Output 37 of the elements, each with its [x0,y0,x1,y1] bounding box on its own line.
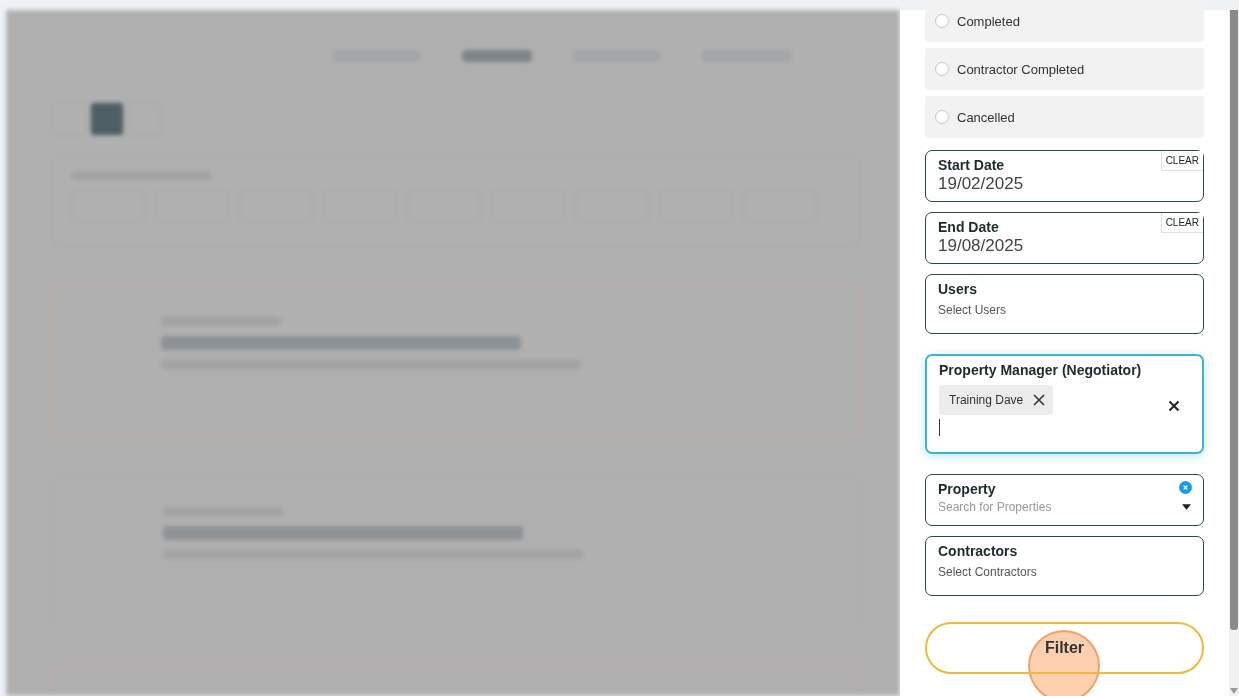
field-label: Property Manager (Negotiator) [939,362,1142,378]
radio-button[interactable] [935,14,949,28]
status-option[interactable]: Completed [925,0,1204,42]
contractors-field[interactable]: Contractors Select Contractors [925,536,1204,596]
radio-button[interactable] [935,62,949,76]
placeholder-text: Select Users [938,303,1007,317]
field-label: Users [938,281,977,297]
date-field[interactable]: Start Date 19/02/2025 CLEAR [925,150,1204,202]
option-label: Cancelled [957,109,1015,125]
date-field[interactable]: End Date 19/08/2025 CLEAR [925,212,1204,264]
field-label: Contractors [938,543,1018,559]
placeholder-text: Select Contractors [938,565,1037,579]
option-label: Completed [957,13,1020,29]
date-value: 19/02/2025 [938,174,1024,194]
remove-icon[interactable] [1033,394,1046,406]
status-option[interactable]: Cancelled [925,96,1204,138]
option-label: Contractor Completed [957,61,1085,77]
clear-button[interactable]: CLEAR [1160,151,1203,171]
radio-button[interactable] [935,110,949,124]
text-cursor [939,419,940,436]
chip-label: Training Dave [949,393,1024,407]
clear-icon[interactable] [1179,481,1192,494]
dropdown-caret-icon[interactable] [1182,504,1191,510]
field-label: Property [938,481,996,497]
filter-button[interactable]: Filter [925,622,1204,674]
scroll-down-icon[interactable] [1230,688,1238,694]
property-manager-field[interactable]: Property Manager (Negotiator) Training Dave [925,354,1204,454]
property-field[interactable]: Property Search for Properties [925,474,1204,526]
field-label: Start Date [938,157,1005,173]
placeholder-text: Search for Properties [938,500,1052,514]
close-icon[interactable] [1168,400,1180,412]
scrollbar-thumb[interactable] [1230,10,1238,630]
date-value: 19/08/2025 [938,236,1024,256]
users-field[interactable]: Users Select Users [925,274,1204,334]
clear-button[interactable]: CLEAR [1160,213,1203,233]
field-label: End Date [938,219,999,235]
status-option[interactable]: Contractor Completed [925,48,1204,90]
